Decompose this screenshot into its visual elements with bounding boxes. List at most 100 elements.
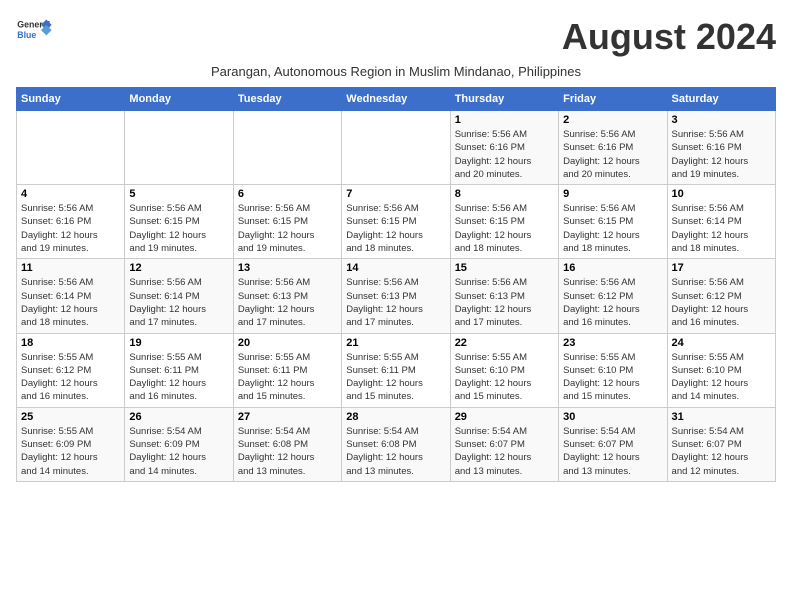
calendar-cell: 15 Sunrise: 5:56 AM Sunset: 6:13 PM Dayli…: [450, 259, 558, 333]
day-info: Sunrise: 5:56 AM Sunset: 6:15 PM Dayligh…: [455, 202, 554, 255]
day-number: 28: [346, 411, 445, 423]
day-info: Sunrise: 5:56 AM Sunset: 6:13 PM Dayligh…: [238, 276, 337, 329]
day-number: 25: [21, 411, 120, 423]
day-info: Sunrise: 5:54 AM Sunset: 6:07 PM Dayligh…: [563, 425, 662, 478]
day-info: Sunrise: 5:56 AM Sunset: 6:14 PM Dayligh…: [21, 276, 120, 329]
calendar-cell: 1 Sunrise: 5:56 AM Sunset: 6:16 PM Daylig…: [450, 111, 558, 185]
calendar-cell: 13 Sunrise: 5:56 AM Sunset: 6:13 PM Dayli…: [233, 259, 341, 333]
day-number: 4: [21, 188, 120, 200]
day-number: 10: [672, 188, 771, 200]
day-info: Sunrise: 5:56 AM Sunset: 6:16 PM Dayligh…: [21, 202, 120, 255]
day-info: Sunrise: 5:55 AM Sunset: 6:11 PM Dayligh…: [346, 351, 445, 404]
days-header-row: SundayMondayTuesdayWednesdayThursdayFrid…: [17, 88, 776, 111]
calendar-cell: 28 Sunrise: 5:54 AM Sunset: 6:08 PM Dayli…: [342, 407, 450, 481]
calendar-cell: 17Sunrise: 5:56 AM Sunset: 6:12 PM Dayli…: [667, 259, 775, 333]
day-info: Sunrise: 5:54 AM Sunset: 6:07 PM Dayligh…: [672, 425, 771, 478]
day-number: 23: [563, 337, 662, 349]
calendar-cell: 30 Sunrise: 5:54 AM Sunset: 6:07 PM Dayli…: [559, 407, 667, 481]
svg-text:Blue: Blue: [17, 30, 36, 40]
calendar-cell: 29Sunrise: 5:54 AM Sunset: 6:07 PM Dayli…: [450, 407, 558, 481]
header-sunday: Sunday: [17, 88, 125, 111]
day-number: 16: [563, 262, 662, 274]
day-info: Sunrise: 5:54 AM Sunset: 6:08 PM Dayligh…: [346, 425, 445, 478]
calendar-cell: 22 Sunrise: 5:55 AM Sunset: 6:10 PM Dayli…: [450, 333, 558, 407]
calendar-cell: [125, 111, 233, 185]
day-number: 13: [238, 262, 337, 274]
calendar-cell: 26 Sunrise: 5:54 AM Sunset: 6:09 PM Dayli…: [125, 407, 233, 481]
day-number: 15: [455, 262, 554, 274]
day-info: Sunrise: 5:56 AM Sunset: 6:15 PM Dayligh…: [238, 202, 337, 255]
day-number: 7: [346, 188, 445, 200]
calendar-cell: 20 Sunrise: 5:55 AM Sunset: 6:11 PM Dayli…: [233, 333, 341, 407]
day-info: Sunrise: 5:55 AM Sunset: 6:10 PM Dayligh…: [563, 351, 662, 404]
header-tuesday: Tuesday: [233, 88, 341, 111]
day-info: Sunrise: 5:56 AM Sunset: 6:12 PM Dayligh…: [672, 276, 771, 329]
calendar-cell: 24 Sunrise: 5:55 AM Sunset: 6:10 PM Dayli…: [667, 333, 775, 407]
logo-icon: General Blue: [16, 16, 52, 46]
day-info: Sunrise: 5:55 AM Sunset: 6:11 PM Dayligh…: [129, 351, 228, 404]
day-number: 21: [346, 337, 445, 349]
day-info: Sunrise: 5:56 AM Sunset: 6:13 PM Dayligh…: [455, 276, 554, 329]
day-info: Sunrise: 5:56 AM Sunset: 6:16 PM Dayligh…: [672, 128, 771, 181]
calendar-cell: 8 Sunrise: 5:56 AM Sunset: 6:15 PM Daylig…: [450, 185, 558, 259]
calendar-cell: 27 Sunrise: 5:54 AM Sunset: 6:08 PM Dayli…: [233, 407, 341, 481]
header-friday: Friday: [559, 88, 667, 111]
day-info: Sunrise: 5:56 AM Sunset: 6:14 PM Dayligh…: [672, 202, 771, 255]
week-row-1: 1 Sunrise: 5:56 AM Sunset: 6:16 PM Daylig…: [17, 111, 776, 185]
day-info: Sunrise: 5:56 AM Sunset: 6:13 PM Dayligh…: [346, 276, 445, 329]
logo: General Blue: [16, 16, 52, 46]
day-number: 19: [129, 337, 228, 349]
calendar-cell: 10 Sunrise: 5:56 AM Sunset: 6:14 PM Dayli…: [667, 185, 775, 259]
day-number: 1: [455, 114, 554, 126]
calendar-cell: 9 Sunrise: 5:56 AM Sunset: 6:15 PM Daylig…: [559, 185, 667, 259]
week-row-2: 4 Sunrise: 5:56 AM Sunset: 6:16 PM Daylig…: [17, 185, 776, 259]
day-info: Sunrise: 5:55 AM Sunset: 6:11 PM Dayligh…: [238, 351, 337, 404]
day-info: Sunrise: 5:55 AM Sunset: 6:12 PM Dayligh…: [21, 351, 120, 404]
calendar-cell: 4 Sunrise: 5:56 AM Sunset: 6:16 PM Daylig…: [17, 185, 125, 259]
day-info: Sunrise: 5:56 AM Sunset: 6:16 PM Dayligh…: [563, 128, 662, 181]
calendar-cell: 3 Sunrise: 5:56 AM Sunset: 6:16 PM Daylig…: [667, 111, 775, 185]
calendar-cell: [17, 111, 125, 185]
day-info: Sunrise: 5:56 AM Sunset: 6:14 PM Dayligh…: [129, 276, 228, 329]
day-info: Sunrise: 5:54 AM Sunset: 6:09 PM Dayligh…: [129, 425, 228, 478]
calendar-cell: 7 Sunrise: 5:56 AM Sunset: 6:15 PM Daylig…: [342, 185, 450, 259]
header-wednesday: Wednesday: [342, 88, 450, 111]
calendar-cell: 12Sunrise: 5:56 AM Sunset: 6:14 PM Dayli…: [125, 259, 233, 333]
header-saturday: Saturday: [667, 88, 775, 111]
calendar-cell: 2 Sunrise: 5:56 AM Sunset: 6:16 PM Daylig…: [559, 111, 667, 185]
day-number: 9: [563, 188, 662, 200]
week-row-5: 25 Sunrise: 5:55 AM Sunset: 6:09 PM Dayli…: [17, 407, 776, 481]
day-info: Sunrise: 5:56 AM Sunset: 6:12 PM Dayligh…: [563, 276, 662, 329]
calendar-cell: 5Sunrise: 5:56 AM Sunset: 6:15 PM Daylig…: [125, 185, 233, 259]
day-info: Sunrise: 5:55 AM Sunset: 6:10 PM Dayligh…: [455, 351, 554, 404]
day-info: Sunrise: 5:56 AM Sunset: 6:15 PM Dayligh…: [346, 202, 445, 255]
week-row-4: 18Sunrise: 5:55 AM Sunset: 6:12 PM Dayli…: [17, 333, 776, 407]
header-monday: Monday: [125, 88, 233, 111]
calendar-table: SundayMondayTuesdayWednesdayThursdayFrid…: [16, 87, 776, 482]
header: General Blue August 2024: [16, 16, 776, 58]
day-number: 27: [238, 411, 337, 423]
day-number: 11: [21, 262, 120, 274]
day-number: 5: [129, 188, 228, 200]
day-number: 26: [129, 411, 228, 423]
day-info: Sunrise: 5:56 AM Sunset: 6:16 PM Dayligh…: [455, 128, 554, 181]
day-info: Sunrise: 5:55 AM Sunset: 6:09 PM Dayligh…: [21, 425, 120, 478]
day-number: 31: [672, 411, 771, 423]
day-number: 6: [238, 188, 337, 200]
day-number: 20: [238, 337, 337, 349]
day-info: Sunrise: 5:54 AM Sunset: 6:08 PM Dayligh…: [238, 425, 337, 478]
day-number: 24: [672, 337, 771, 349]
day-info: Sunrise: 5:55 AM Sunset: 6:10 PM Dayligh…: [672, 351, 771, 404]
day-number: 2: [563, 114, 662, 126]
day-number: 14: [346, 262, 445, 274]
day-number: 22: [455, 337, 554, 349]
day-number: 29: [455, 411, 554, 423]
calendar-cell: 31 Sunrise: 5:54 AM Sunset: 6:07 PM Dayli…: [667, 407, 775, 481]
calendar-cell: 21 Sunrise: 5:55 AM Sunset: 6:11 PM Dayli…: [342, 333, 450, 407]
calendar-cell: 23 Sunrise: 5:55 AM Sunset: 6:10 PM Dayli…: [559, 333, 667, 407]
calendar-cell: 6 Sunrise: 5:56 AM Sunset: 6:15 PM Daylig…: [233, 185, 341, 259]
day-number: 3: [672, 114, 771, 126]
day-number: 8: [455, 188, 554, 200]
day-info: Sunrise: 5:56 AM Sunset: 6:15 PM Dayligh…: [563, 202, 662, 255]
day-number: 30: [563, 411, 662, 423]
